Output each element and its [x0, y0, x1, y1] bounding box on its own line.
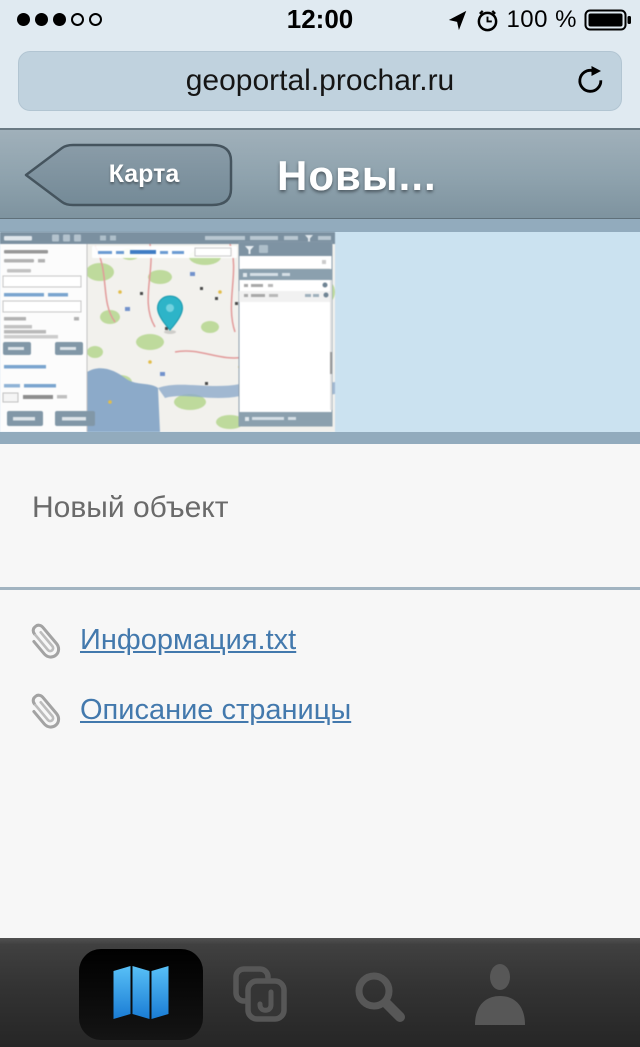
spacer-strip	[0, 219, 640, 232]
back-button-label: Карта	[54, 143, 234, 207]
object-heading: Новый объект	[32, 491, 228, 525]
battery-icon	[584, 9, 632, 31]
alarm-clock-icon	[476, 9, 499, 32]
url-text: geoportal.prochar.ru	[19, 52, 621, 110]
browser-address-bar: geoportal.prochar.ru	[0, 40, 640, 128]
attachment-link-row[interactable]: Информация.txt	[26, 614, 296, 666]
back-button-map[interactable]: Карта	[20, 143, 234, 207]
status-bar: 12:00 100 %	[0, 0, 640, 40]
attachment-link-row[interactable]: Описание страницы	[26, 684, 351, 736]
person-icon[interactable]	[468, 962, 532, 1028]
location-icon	[447, 9, 469, 31]
pages-icon[interactable]	[232, 966, 288, 1024]
nav-bar: Карта Новы...	[0, 128, 640, 219]
map-icon	[109, 963, 173, 1025]
attachment-link[interactable]: Описание страницы	[80, 694, 351, 727]
tab-bar	[0, 938, 640, 1047]
url-field[interactable]: geoportal.prochar.ru	[18, 51, 622, 111]
search-icon[interactable]	[351, 968, 413, 1028]
section-divider	[0, 587, 640, 590]
thumbnail-area	[0, 232, 640, 432]
map-app-screenshot[interactable]	[0, 232, 335, 432]
attachment-link[interactable]: Информация.txt	[80, 624, 296, 657]
paperclip-icon	[26, 614, 74, 666]
page-title: Новы...	[277, 143, 437, 209]
paperclip-icon	[26, 684, 74, 736]
refresh-icon[interactable]	[575, 65, 607, 97]
page-content: Новый объект Информация.txt Описание стр…	[0, 444, 640, 938]
spacer-strip	[0, 432, 640, 444]
tab-map-active[interactable]	[79, 949, 203, 1040]
battery-percent: 100 %	[506, 6, 577, 34]
